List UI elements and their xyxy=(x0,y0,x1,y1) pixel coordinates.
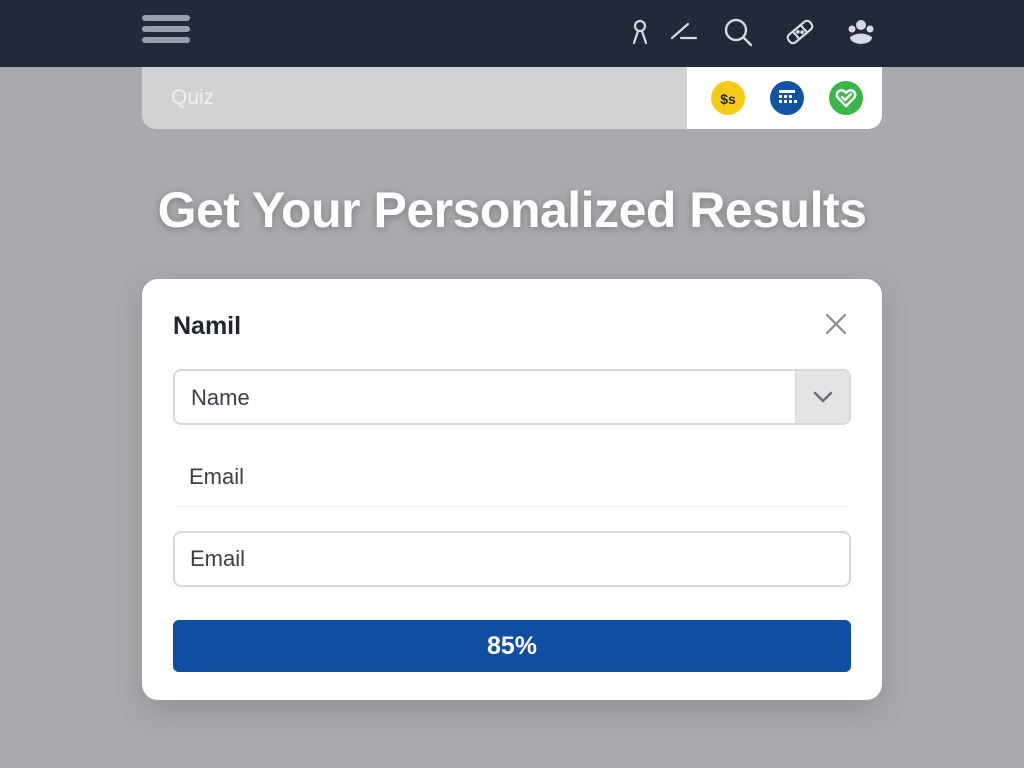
quiz-tab-bar: Quiz $s xyxy=(142,67,882,129)
email-input[interactable] xyxy=(173,531,851,587)
name-select-value: Name xyxy=(191,385,250,410)
tab-quiz[interactable]: Quiz xyxy=(171,86,214,110)
coins-icon[interactable]: $s xyxy=(711,81,745,115)
svg-text:$s: $s xyxy=(720,91,736,107)
menu-icon[interactable] xyxy=(142,15,190,43)
results-form-dialog: Namil Name Email 85% xyxy=(142,279,882,700)
progress-bar[interactable]: 85% xyxy=(173,620,851,672)
badge-group: $s xyxy=(687,67,882,129)
close-icon[interactable] xyxy=(820,308,852,340)
progress-label: 85% xyxy=(486,632,538,660)
top-navigation-bar xyxy=(0,0,1024,67)
community-icon[interactable] xyxy=(845,16,877,48)
page-title: Get Your Personalized Results xyxy=(157,182,867,238)
name-select[interactable]: Name xyxy=(173,369,851,425)
profile-icon[interactable] xyxy=(624,16,656,48)
bandage-icon[interactable] xyxy=(784,16,816,48)
heart-check-icon[interactable] xyxy=(829,81,863,115)
search-icon[interactable] xyxy=(722,16,754,48)
edit-icon[interactable] xyxy=(668,16,700,48)
divider xyxy=(173,506,851,507)
calendar-grid-icon[interactable] xyxy=(770,81,804,115)
dialog-title: Namil xyxy=(173,312,242,340)
chevron-down-icon[interactable] xyxy=(795,371,849,423)
email-label: Email xyxy=(189,464,245,489)
